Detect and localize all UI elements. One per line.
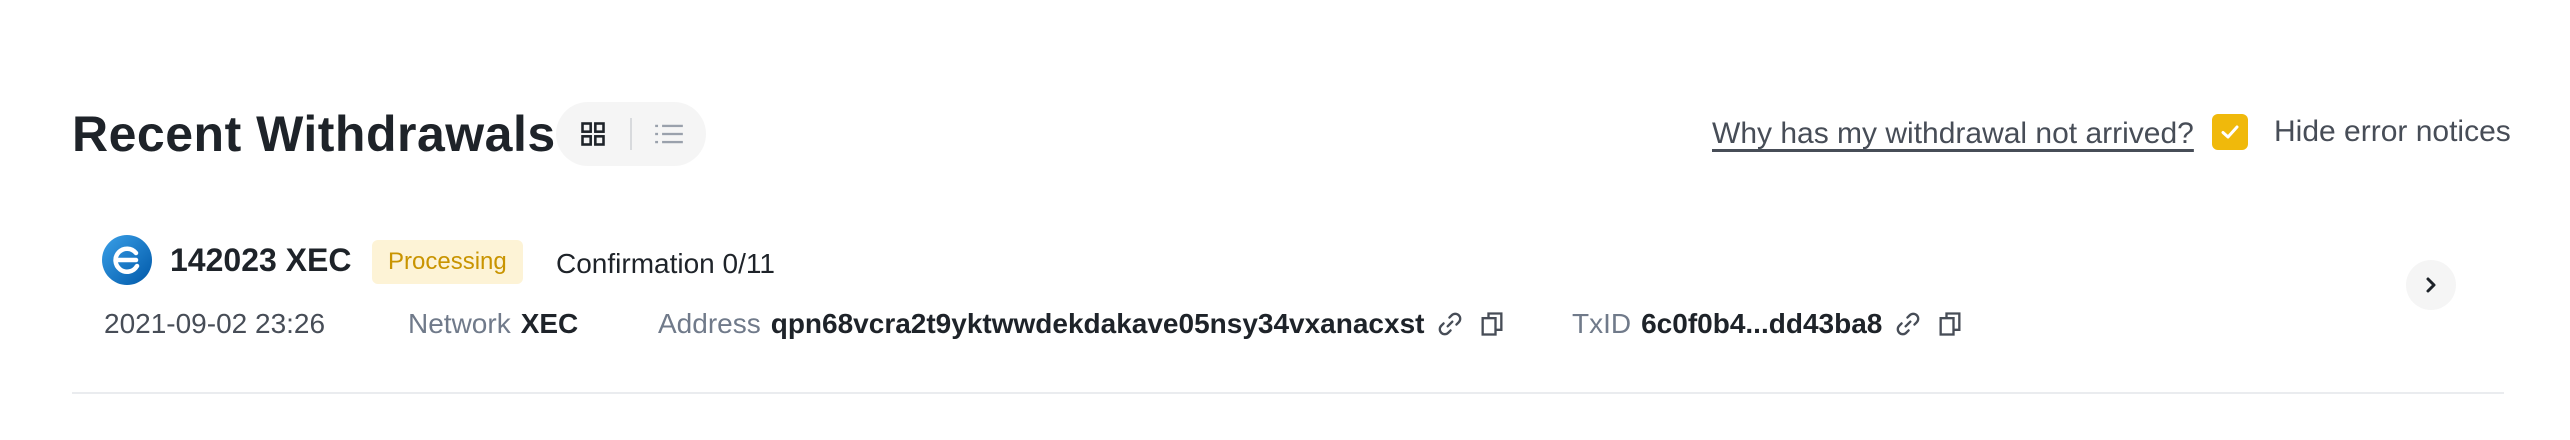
network-label: Network [408, 308, 511, 339]
expand-details-button[interactable] [2406, 260, 2456, 310]
grid-icon [581, 122, 605, 146]
address-group: Address qpn68vcra2t9yktwwdekdakave05nsy3… [658, 302, 1508, 346]
confirmation-count: Confirmation 0/11 [556, 248, 775, 279]
grid-view-button[interactable] [556, 102, 630, 166]
network-value: XEC [520, 308, 579, 339]
view-toggle [556, 102, 706, 166]
txid-group: TxID 6c0f0b4...dd43ba8 [1572, 302, 1966, 346]
withdrawal-date-group: 2021-09-02 23:26 [104, 302, 325, 346]
address-value: qpn68vcra2t9yktwwdekdakave05nsy34vxanacx… [770, 308, 1425, 339]
txid-link-button[interactable] [1892, 308, 1924, 340]
txid-value: 6c0f0b4...dd43ba8 [1641, 308, 1883, 339]
address-label: Address [658, 308, 761, 339]
link-icon [1897, 312, 1920, 336]
hide-errors-label: Hide error notices [2274, 115, 2511, 148]
hide-errors-checkbox[interactable] [2212, 114, 2248, 150]
withdrawal-date: 2021-09-02 23:26 [104, 308, 326, 339]
copy-icon [1939, 312, 1961, 336]
link-icon [1439, 312, 1462, 336]
withdrawal-not-arrived-link[interactable]: Why has my withdrawal not arrived? [1712, 114, 2194, 154]
address-link-button[interactable] [1434, 308, 1466, 340]
withdrawal-amount: 142023 XEC [170, 242, 352, 278]
txid-label: TxID [1572, 308, 1632, 339]
ecash-icon [102, 235, 152, 285]
withdrawal-row[interactable]: 142023 XEC Processing Confirmation 0/11 … [72, 210, 2504, 394]
copy-icon [1481, 312, 1503, 336]
page-title: Recent Withdrawals [72, 106, 556, 162]
network-group: Network XEC [408, 302, 578, 346]
list-view-button[interactable] [632, 102, 706, 166]
txid-copy-button[interactable] [1934, 308, 1966, 340]
list-icon [655, 124, 683, 144]
chevron-right-icon [2426, 277, 2436, 293]
hide-error-notices-toggle[interactable]: Hide error notices [2212, 112, 2511, 152]
checkmark-icon [2221, 125, 2239, 139]
address-copy-button[interactable] [1476, 308, 1508, 340]
status-badge: Processing [372, 240, 523, 284]
